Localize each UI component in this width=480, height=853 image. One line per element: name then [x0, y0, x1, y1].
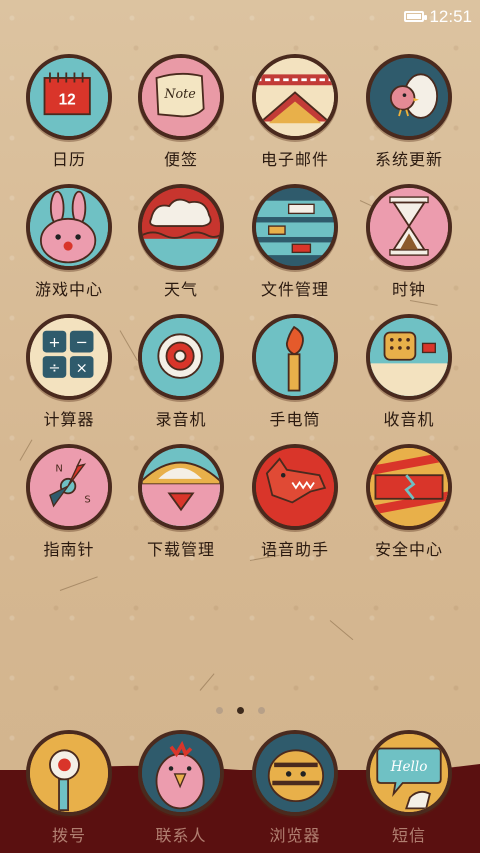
- dock-phone[interactable]: 拨号: [13, 730, 125, 846]
- page-dot[interactable]: [257, 707, 265, 714]
- app-weather[interactable]: 天气: [125, 184, 237, 300]
- app-label: 便签: [163, 150, 198, 169]
- dock-browser[interactable]: 浏览器: [239, 730, 351, 846]
- app-compass[interactable]: N S 指南针: [13, 444, 125, 560]
- rabbit-icon: [26, 184, 112, 270]
- page-dot-active[interactable]: [236, 707, 244, 714]
- dock-contacts[interactable]: 联系人: [125, 730, 237, 846]
- app-label: 收音机: [383, 410, 435, 429]
- app-label: 手电筒: [269, 410, 321, 429]
- email-icon: [252, 54, 338, 140]
- app-label: 日历: [51, 150, 86, 169]
- app-game-center[interactable]: 游戏中心: [13, 184, 125, 300]
- status-time: 12:51: [429, 7, 472, 26]
- recorder-icon: [138, 314, 224, 400]
- hello-bubble-icon: Hello: [366, 730, 452, 816]
- svg-text:Note: Note: [163, 86, 195, 101]
- app-voice-assistant[interactable]: 语音助手: [239, 444, 351, 560]
- app-clock[interactable]: 时钟: [353, 184, 465, 300]
- folder-icon: [252, 184, 338, 270]
- app-label: 拨号: [51, 826, 86, 845]
- svg-text:Hello: Hello: [390, 759, 428, 775]
- svg-text:×: ×: [76, 360, 88, 376]
- app-label: 语音助手: [260, 540, 329, 559]
- phone-icon: [26, 730, 112, 816]
- app-system-update[interactable]: 系统更新: [353, 54, 465, 170]
- dock-sms[interactable]: Hello 短信: [353, 730, 465, 846]
- app-note[interactable]: Note 便签: [125, 54, 237, 170]
- app-label: 录音机: [155, 410, 207, 429]
- app-label: 安全中心: [374, 540, 443, 559]
- app-label: 联系人: [155, 826, 207, 845]
- note-icon: Note: [138, 54, 224, 140]
- svg-text:N: N: [55, 464, 62, 475]
- svg-text:S: S: [84, 494, 90, 505]
- app-email[interactable]: 电子邮件: [239, 54, 351, 170]
- cloud-icon: [138, 184, 224, 270]
- status-bar: 12:51: [0, 0, 480, 34]
- bee-icon: [252, 730, 338, 816]
- app-label: 指南针: [43, 540, 95, 559]
- app-label: 下载管理: [146, 540, 215, 559]
- battery-icon: [404, 11, 427, 22]
- app-label: 游戏中心: [34, 280, 103, 299]
- app-security-center[interactable]: 安全中心: [353, 444, 465, 560]
- hourglass-icon: [366, 184, 452, 270]
- app-flashlight[interactable]: 手电筒: [239, 314, 351, 430]
- calculator-icon: + − ÷ ×: [26, 314, 112, 400]
- app-calculator[interactable]: + − ÷ × 计算器: [13, 314, 125, 430]
- app-label: 时钟: [391, 280, 426, 299]
- app-label: 浏览器: [269, 826, 321, 845]
- app-label: 短信: [391, 826, 426, 845]
- app-label: 计算器: [43, 410, 95, 429]
- compass-icon: N S: [26, 444, 112, 530]
- svg-text:−: −: [76, 335, 88, 351]
- wolf-icon: [252, 444, 338, 530]
- app-calendar[interactable]: 12 日历: [13, 54, 125, 170]
- app-label: 电子邮件: [260, 150, 329, 169]
- download-icon: [138, 444, 224, 530]
- app-download-manager[interactable]: 下载管理: [125, 444, 237, 560]
- app-label: 系统更新: [374, 150, 443, 169]
- chicken-icon: [138, 730, 224, 816]
- radio-icon: [366, 314, 452, 400]
- torch-icon: [252, 314, 338, 400]
- app-label: 文件管理: [260, 280, 329, 299]
- app-file-manager[interactable]: 文件管理: [239, 184, 351, 300]
- shield-icon: [366, 444, 452, 530]
- page-dot[interactable]: [215, 707, 223, 714]
- svg-text:12: 12: [59, 91, 76, 108]
- svg-text:÷: ÷: [48, 360, 60, 376]
- app-radio[interactable]: 收音机: [353, 314, 465, 430]
- app-label: 天气: [163, 280, 198, 299]
- svg-text:+: +: [48, 335, 60, 351]
- page-indicator: [0, 699, 480, 718]
- calendar-icon: 12: [26, 54, 112, 140]
- bird-egg-icon: [366, 54, 452, 140]
- app-recorder[interactable]: 录音机: [125, 314, 237, 430]
